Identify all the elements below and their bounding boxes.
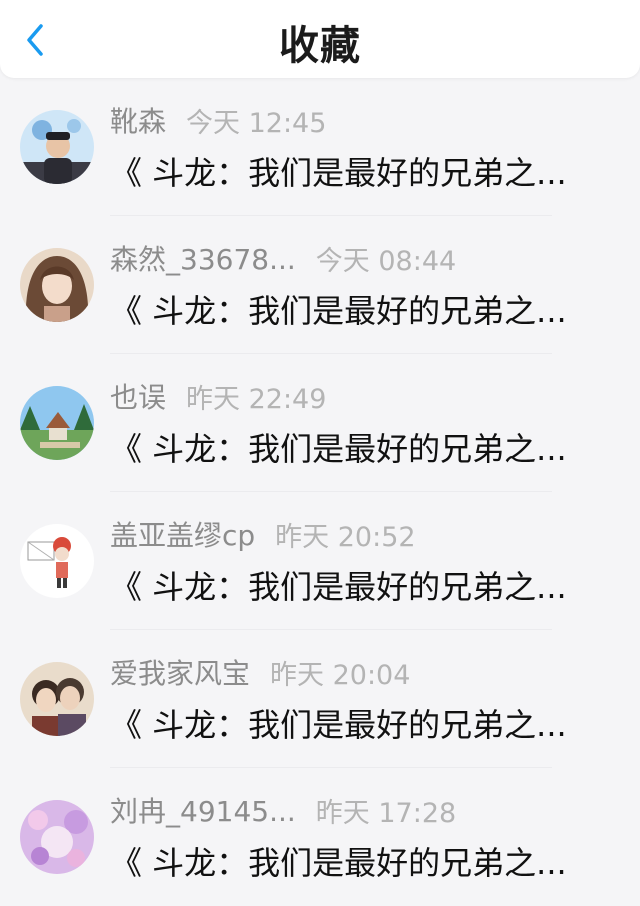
avatar[interactable] xyxy=(20,248,94,322)
favorite-title[interactable]: 《 斗龙：我们是最好的兄弟之... xyxy=(110,286,630,332)
user-name[interactable]: 森然_33678... xyxy=(110,238,296,278)
timestamp: 昨天 22:49 xyxy=(186,383,327,415)
favorite-title[interactable]: 《 斗龙：我们是最好的兄弟之... xyxy=(110,562,630,608)
list-item[interactable]: 盖亚盖缪cp 昨天 20:52 《 斗龙：我们是最好的兄弟之... xyxy=(0,492,640,630)
list-item[interactable]: 爱我家风宝 昨天 20:04 《 斗龙：我们是最好的兄弟之... xyxy=(0,630,640,768)
avatar[interactable] xyxy=(20,386,94,460)
list-item[interactable]: 也误 昨天 22:49 《 斗龙：我们是最好的兄弟之... xyxy=(0,354,640,492)
list-item[interactable]: 刘冉_49145... 昨天 17:28 《 斗龙：我们是最好的兄弟之... xyxy=(0,768,640,906)
user-name[interactable]: 也误 xyxy=(110,376,166,416)
timestamp: 昨天 20:52 xyxy=(275,521,416,553)
timestamp: 今天 12:45 xyxy=(186,107,327,139)
favorite-title[interactable]: 《 斗龙：我们是最好的兄弟之... xyxy=(110,700,630,746)
timestamp: 昨天 20:04 xyxy=(270,659,411,691)
list-item[interactable]: 靴森 今天 12:45 《 斗龙：我们是最好的兄弟之... xyxy=(0,78,640,216)
avatar[interactable] xyxy=(20,662,94,736)
avatar[interactable] xyxy=(20,524,94,598)
user-name[interactable]: 靴森 xyxy=(110,100,166,140)
user-name[interactable]: 刘冉_49145... xyxy=(110,790,296,830)
list-item[interactable]: 森然_33678... 今天 08:44 《 斗龙：我们是最好的兄弟之... xyxy=(0,216,640,354)
favorite-title[interactable]: 《 斗龙：我们是最好的兄弟之... xyxy=(110,838,630,884)
favorite-title[interactable]: 《 斗龙：我们是最好的兄弟之... xyxy=(110,424,630,470)
avatar[interactable] xyxy=(20,800,94,874)
header-bar: 收藏 xyxy=(0,0,640,78)
page-title: 收藏 xyxy=(279,23,361,69)
favorite-title[interactable]: 《 斗龙：我们是最好的兄弟之... xyxy=(110,148,630,194)
user-name[interactable]: 盖亚盖缪cp xyxy=(110,514,255,554)
user-name[interactable]: 爱我家风宝 xyxy=(110,652,250,692)
timestamp: 今天 08:44 xyxy=(315,245,457,277)
favorites-list: 靴森 今天 12:45 《 斗龙：我们是最好的兄弟之... 森然_33678..… xyxy=(0,78,640,906)
avatar[interactable] xyxy=(20,110,94,184)
timestamp: 昨天 17:28 xyxy=(315,797,457,829)
